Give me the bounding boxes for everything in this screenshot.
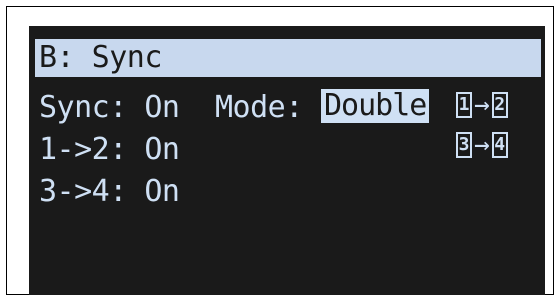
oled-display: B: Sync Sync: On Mode: Double 1 → 2 1->2… xyxy=(29,26,545,295)
mode-label: Mode: xyxy=(215,90,303,125)
page-title-bar: B: Sync xyxy=(35,39,541,77)
routing-diagram-3-to-4: 3 → 4 xyxy=(456,132,508,158)
page-title: B: Sync xyxy=(39,40,162,75)
source-1-box: 1 xyxy=(456,92,472,118)
target-2-box: 2 xyxy=(491,92,508,118)
right-arrow-icon: → xyxy=(474,90,490,120)
sync-status: Sync: On xyxy=(39,90,180,125)
source-3-box: 3 xyxy=(456,132,472,158)
target-4-box: 4 xyxy=(491,132,508,158)
routing-diagram-1-to-2: 1 → 2 xyxy=(456,92,508,118)
sync-1-to-2-status: 1->2: On xyxy=(39,132,180,167)
mode-value-selected[interactable]: Double xyxy=(321,89,430,123)
sync-3-to-4-status: 3->4: On xyxy=(39,174,180,209)
display-bezel: B: Sync Sync: On Mode: Double 1 → 2 1->2… xyxy=(6,6,554,295)
right-arrow-icon: → xyxy=(474,130,490,160)
